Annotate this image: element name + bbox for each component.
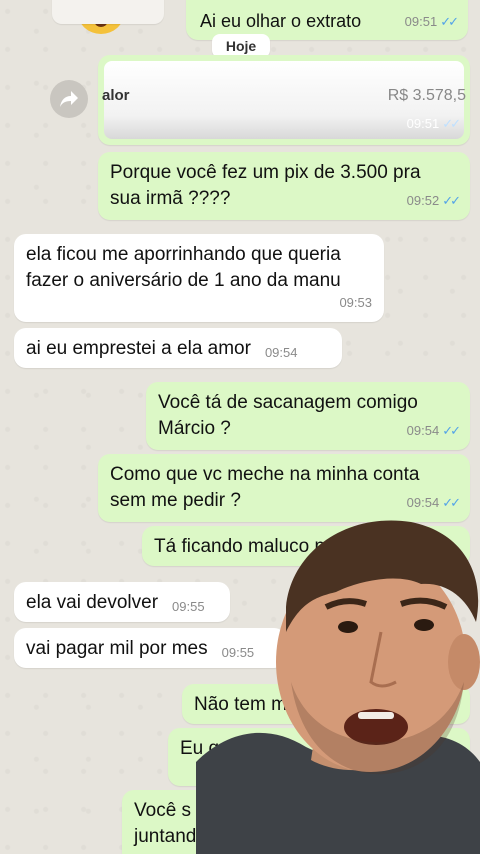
- message-line: ai eu emprestei a ela amor: [26, 338, 251, 359]
- message-bubble-outgoing: Porque você fez um pix de 3.500 pra sua …: [98, 152, 470, 220]
- read-ticks-icon: ✓✓: [442, 193, 461, 208]
- message-line: Como que vc meche na minha conta: [110, 464, 420, 485]
- forward-button[interactable]: [50, 80, 88, 118]
- read-ticks-icon: ✓✓: [442, 423, 461, 438]
- message-line: Você tá de sacanagem comigo: [158, 392, 418, 413]
- message-bubble-outgoing: Você tá de sacanagem comigo Márcio ? 09:…: [146, 382, 470, 450]
- message-line: vai pagar mil por mes: [26, 638, 208, 659]
- message-time: 09:53: [339, 295, 372, 310]
- message-line: fazer o aniversário de 1 ano da manu: [26, 270, 341, 291]
- message-line: ela ficou me aporrinhando que queria: [26, 244, 341, 265]
- message-line: ela vai devolver: [26, 592, 159, 613]
- prev-incoming-bubble: [52, 0, 164, 24]
- person-video-overlay: [196, 512, 480, 854]
- message-time: 09:54: [406, 495, 440, 510]
- forwarded-card[interactable]: alor R$ 3.578,5 09:51 ✓✓: [98, 55, 470, 145]
- card-amount: R$ 3.578,5: [387, 87, 466, 104]
- message-bubble-incoming: ai eu emprestei a ela amor 09:54: [14, 328, 342, 368]
- read-ticks-icon: ✓✓: [442, 495, 461, 510]
- read-ticks-icon: ✓✓: [440, 14, 459, 29]
- message-time: 09:54: [264, 345, 298, 360]
- message-line: sua irmã ????: [110, 188, 231, 209]
- message-time: 09:54: [406, 423, 440, 438]
- card-label: alor: [102, 87, 130, 104]
- message-bubble-incoming: ela ficou me aporrinhando que queria faz…: [14, 234, 384, 322]
- forward-arrow-icon: [60, 91, 78, 107]
- message-line: sem me pedir ?: [110, 490, 241, 511]
- card-time: 09:51: [406, 116, 440, 131]
- message-time: 09:52: [406, 193, 440, 208]
- read-ticks-icon: ✓✓: [442, 116, 461, 131]
- message-time: 09:51: [404, 14, 438, 29]
- message-line: Porque você fez um pix de 3.500 pra: [110, 162, 421, 183]
- message-text: Ai eu olhar o extrato: [200, 11, 362, 31]
